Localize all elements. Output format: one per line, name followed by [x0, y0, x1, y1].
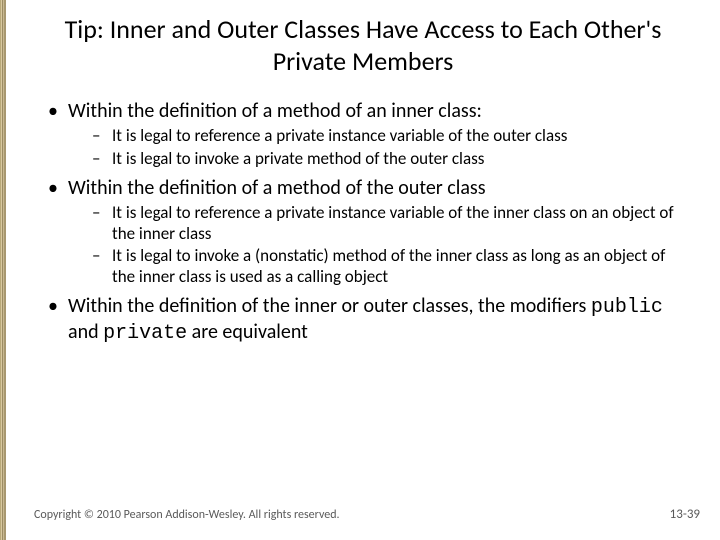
bullet-list: Within the definition of a method of an … [34, 99, 692, 345]
bullet-3-code2: private [103, 322, 187, 345]
bullet-1-sublist: It is legal to reference a private insta… [68, 126, 692, 169]
bullet-1-sub-1: It is legal to reference a private insta… [90, 126, 692, 147]
footer-copyright: Copyright © 2010 Pearson Addison-Wesley.… [34, 508, 340, 522]
bullet-3: Within the definition of the inner or ou… [44, 294, 692, 346]
bullet-3-post: are equivalent [187, 320, 308, 344]
bullet-2-sublist: It is legal to reference a private insta… [68, 203, 692, 288]
bullet-2-sub-1: It is legal to reference a private insta… [90, 203, 692, 244]
bullet-2-text: Within the definition of a method of the… [68, 176, 486, 200]
slide-title: Tip: Inner and Outer Classes Have Access… [34, 14, 692, 77]
bullet-1-sub-2: It is legal to invoke a private method o… [90, 149, 692, 170]
bullet-3-mid: and [68, 320, 103, 344]
footer-page-number: 13-39 [670, 507, 700, 522]
bullet-3-code1: public [591, 296, 663, 319]
bullet-2-sub-2: It is legal to invoke a (nonstatic) meth… [90, 246, 692, 287]
slide-content: Tip: Inner and Outer Classes Have Access… [6, 0, 720, 540]
bullet-1: Within the definition of a method of an … [44, 99, 692, 169]
bullet-1-text: Within the definition of a method of an … [68, 99, 482, 123]
bullet-3-pre: Within the definition of the inner or ou… [68, 294, 591, 318]
bullet-2: Within the definition of a method of the… [44, 176, 692, 288]
